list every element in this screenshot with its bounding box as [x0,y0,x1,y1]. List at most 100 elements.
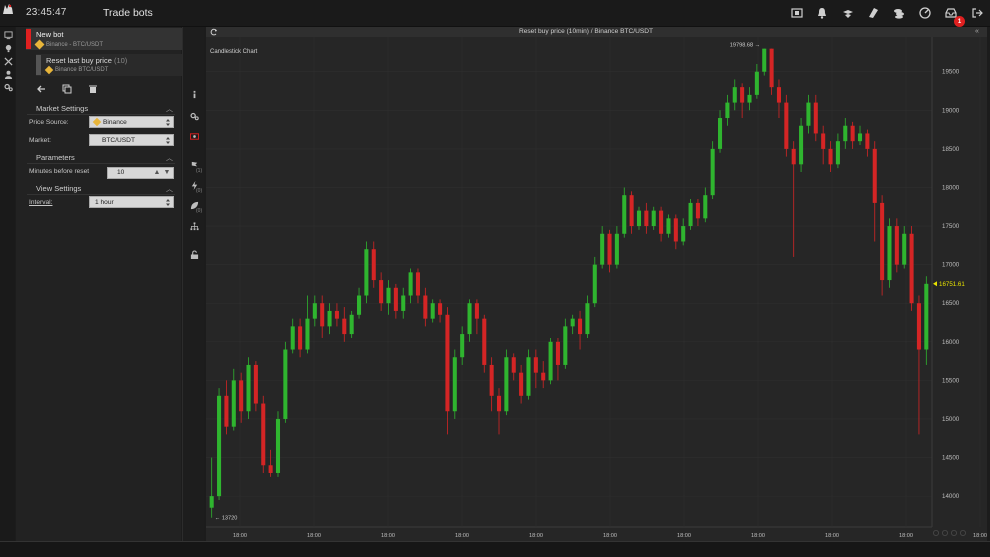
x-tick-label: 18:00 [751,533,765,539]
back-icon[interactable] [35,83,47,95]
minutes-input[interactable]: 10 ▲ ▼ [107,167,174,179]
candle-body [916,303,921,350]
candle-body [408,272,413,296]
candle-body [445,314,450,412]
section-title: View Settings [36,184,82,193]
x-tick-label: 18:00 [603,533,617,539]
candle-body [268,465,273,473]
coins-icon[interactable] [892,6,906,20]
candle-body [496,395,502,412]
increment-icon[interactable]: ▲ [153,169,161,177]
candle-body [681,226,686,242]
candle-body [629,195,634,227]
candle-body [541,372,546,381]
candle-body [850,125,855,142]
candle-body [821,133,826,149]
info-icon[interactable] [189,89,199,99]
candle-body [438,303,443,315]
candle-body [526,357,531,396]
tools-icon[interactable] [3,56,13,66]
candle-body [909,233,914,304]
copy-icon[interactable] [61,83,73,95]
section-title: Market Settings [36,104,89,113]
app-logo-icon[interactable] [1,2,15,16]
candle-body [659,210,664,234]
low-price-label: ← 13720 [215,516,238,522]
candle-body [423,295,428,319]
flag-count: (1) [196,168,203,174]
candle-body [769,48,774,88]
chevron-up-icon[interactable]: ︿ [166,184,173,194]
candle-body [312,303,317,319]
collapse-icon[interactable]: « [975,28,983,36]
candle-body [401,295,406,311]
x-tick-label: 18:00 [307,533,321,539]
candle-body [762,48,767,72]
candle-body [209,496,214,508]
bulb-icon[interactable] [3,43,13,53]
candle-body [239,380,244,412]
bell-icon[interactable] [815,6,829,20]
minutes-value: 10 [117,169,125,176]
top-bar: 23:45:47 Trade bots 1 [0,0,990,27]
money-icon[interactable] [189,131,199,141]
last-price-label: 16751.61 [939,281,965,288]
y-tick-label: 15500 [942,377,960,384]
candle-body [740,87,745,103]
active-marker [26,29,31,49]
screenshot-icon[interactable] [790,6,804,20]
candle-body [364,249,369,296]
market-select[interactable]: BTC/USDT [89,134,174,146]
candle-body [644,210,649,227]
bot-source-label: Binance BTC/USDT [55,67,109,73]
decrement-icon[interactable]: ▼ [163,169,171,177]
candle-body [924,283,929,350]
chevron-up-icon[interactable]: ︿ [166,153,173,163]
interval-select[interactable]: 1 hour [89,196,174,208]
config-icon[interactable] [189,111,199,121]
candle-body [857,133,863,142]
candle-body [887,226,892,281]
candle-body [894,226,899,265]
y-tick-label: 16500 [942,300,960,307]
x-tick-label: 18:00 [455,533,469,539]
view-settings-section[interactable]: View Settings ︿ [27,183,175,195]
tag-icon[interactable] [866,6,880,20]
bot-item-reset-last-buy-price[interactable]: Reset last buy price (10) Binance BTC/US… [36,54,196,76]
page-title: Trade bots [103,7,153,19]
price-source-select[interactable]: Binance [89,116,174,128]
candle-body [511,357,516,373]
candle-body [430,303,435,319]
candlestick-chart[interactable]: 14000 14500 15000 15500 16000 16500 17000 17500… [206,27,987,541]
chevron-up-icon[interactable]: ︿ [166,104,173,114]
left-nav-rail [0,27,15,541]
candle-body [880,202,885,281]
parameters-section[interactable]: Parameters ︿ [27,152,175,164]
bot-name: Reset last buy price (10) [46,56,127,65]
signal-icon[interactable] [841,6,855,20]
candle-body [548,341,553,381]
market-settings-section[interactable]: Market Settings ︿ [27,103,175,115]
bot-item-new-bot[interactable]: New bot Binance - BTC/USDT [26,28,196,50]
monitor-icon[interactable] [3,30,13,40]
candle-body [688,202,693,227]
candle-body [585,303,590,335]
x-tick-label: 18:00 [233,533,247,539]
candle-body [725,102,730,119]
gauge-icon[interactable] [918,6,932,20]
select-arrows-icon [166,119,170,126]
logout-icon[interactable] [970,6,984,20]
unlock-icon[interactable] [189,249,199,259]
candle-body [371,249,376,281]
settings-icon[interactable] [3,82,13,92]
trash-icon[interactable] [87,83,99,95]
bolt-count: (0) [196,188,203,194]
candle-body [533,357,538,373]
binance-icon [34,39,45,50]
candle-body [342,318,347,335]
user-icon[interactable] [3,69,13,79]
hierarchy-icon[interactable] [189,221,199,231]
chart-panel: 14000 14500 15000 15500 16000 16500 17000 17500… [206,27,987,541]
bot-source-label: Binance - BTC/USDT [46,41,104,48]
candle-body [710,148,715,196]
